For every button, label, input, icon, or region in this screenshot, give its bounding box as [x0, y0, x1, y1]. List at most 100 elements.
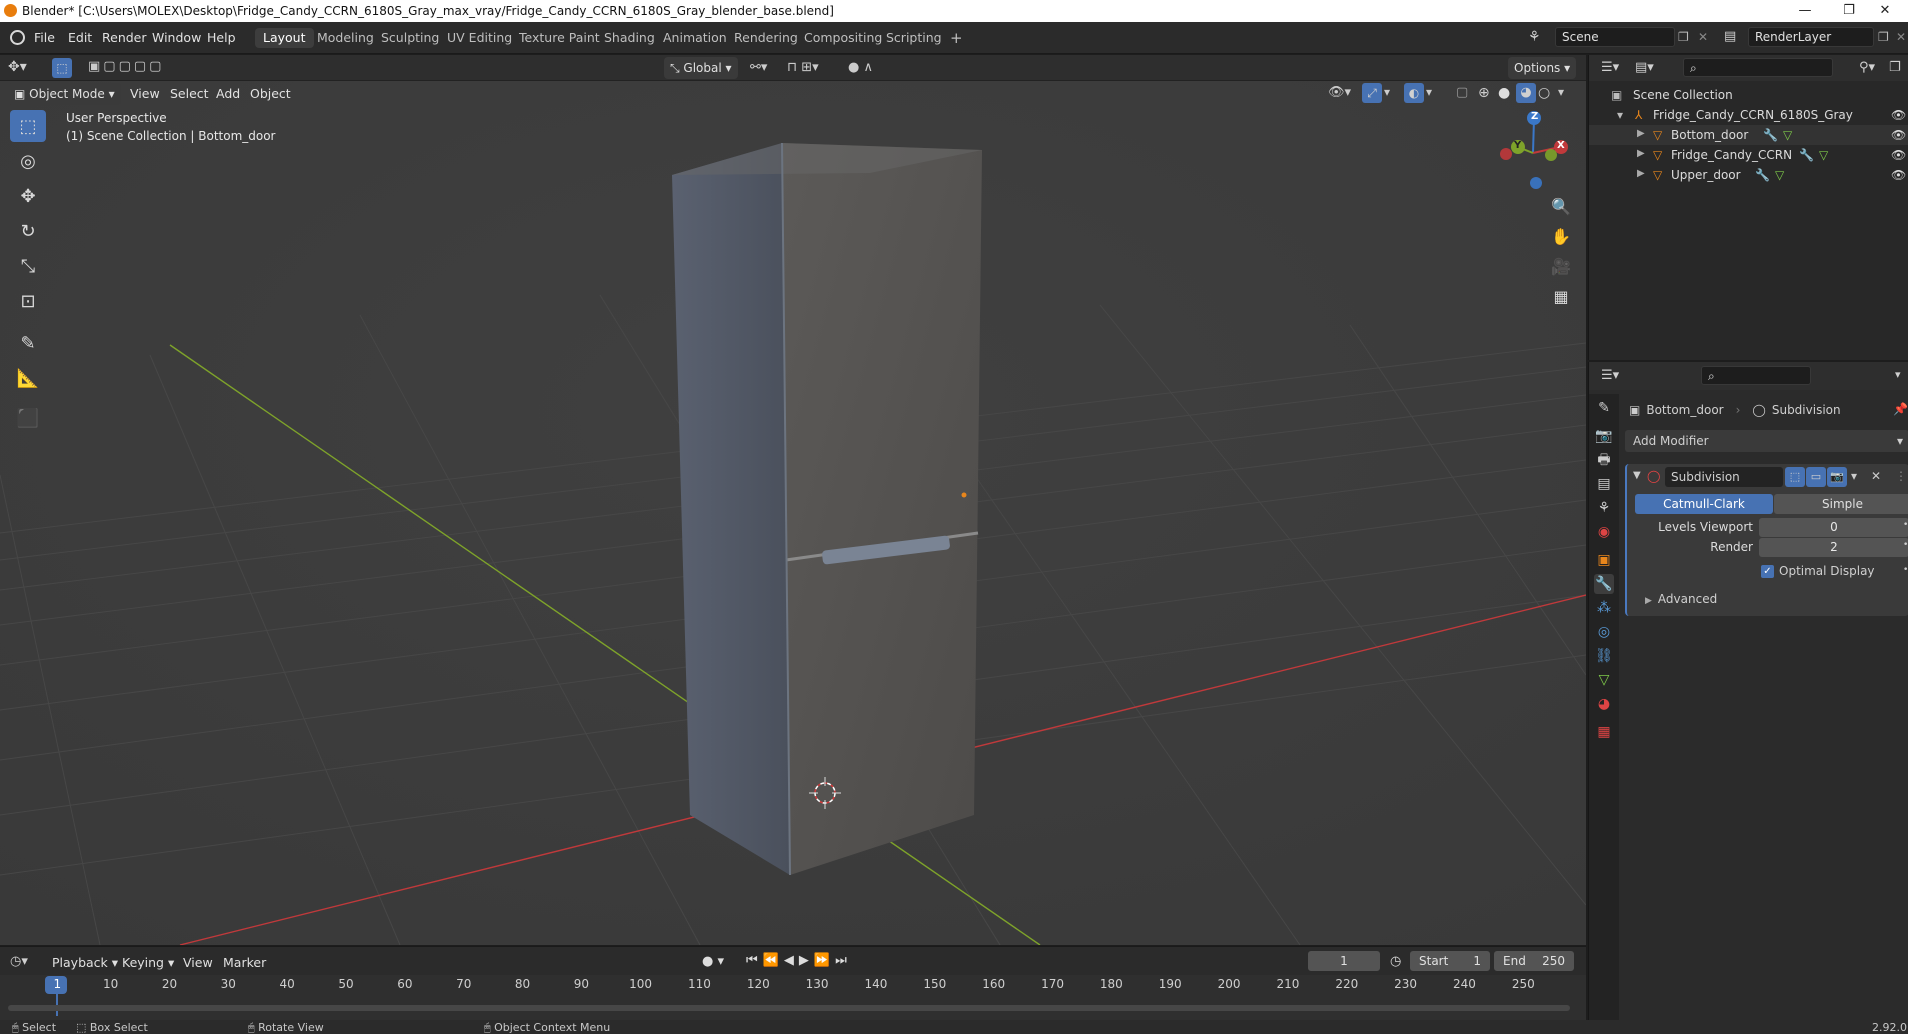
timeline-menu-playback[interactable]: Playback ▾ [52, 955, 118, 970]
gizmo-menu-icon[interactable]: ▾ [1384, 85, 1390, 99]
fridge-model[interactable] [672, 142, 982, 876]
filter-icon[interactable]: ⚲▾ [1859, 60, 1875, 75]
add-modifier-button[interactable]: Add Modifier ▾ [1625, 430, 1908, 452]
overlay-menu-icon[interactable]: ▾ [1426, 85, 1432, 99]
mode-dropdown[interactable]: ▣ Object Mode ▾ [8, 83, 121, 105]
rotate-tool-icon[interactable]: ↻ [10, 215, 46, 247]
render-layer-icon[interactable]: ▤ [1724, 29, 1736, 44]
record-icon[interactable]: ● ▾ [702, 954, 724, 969]
overlay-toggle-icon[interactable]: ◐ [1404, 83, 1424, 103]
mesh-data-icon[interactable]: ▽ [1819, 148, 1828, 162]
zoom-icon[interactable]: 🔍 [1547, 192, 1575, 220]
delete-scene-icon[interactable]: ✕ [1698, 30, 1708, 44]
texture-tab-icon[interactable]: ▦ [1594, 722, 1614, 742]
simple-button[interactable]: Simple [1774, 494, 1908, 514]
pin-icon[interactable]: 📌 [1893, 402, 1908, 416]
world-tab-icon[interactable]: ◉ [1594, 522, 1614, 542]
timeline-editor-type-icon[interactable]: ◷▾ [10, 954, 28, 969]
panel-collapse-icon[interactable]: ▼ [1633, 470, 1641, 481]
output-tab-icon[interactable]: 🖶 [1594, 450, 1614, 470]
mesh-data-icon[interactable]: ▽ [1783, 128, 1792, 142]
disclosure-closed-icon[interactable]: ▶ [1637, 128, 1645, 139]
blender-menu-icon[interactable] [10, 30, 25, 45]
proportional-edit-icon[interactable]: ● ∧ [848, 60, 873, 75]
viewport-menu-object[interactable]: Object [250, 86, 291, 101]
disclosure-closed-icon[interactable]: ▶ [1637, 148, 1645, 159]
view-layer-tab-icon[interactable]: ▤ [1594, 474, 1614, 494]
data-tab-icon[interactable]: ▽ [1594, 670, 1614, 690]
particles-tab-icon[interactable]: ⁂ [1594, 598, 1614, 618]
new-scene-icon[interactable]: ❐ [1678, 30, 1689, 44]
shading-solid-icon[interactable]: ● [1498, 85, 1510, 101]
timeline-menu-marker[interactable]: Marker [223, 955, 266, 970]
properties-search-input[interactable]: ⌕ [1701, 366, 1811, 385]
timeline-menu-view[interactable]: View [183, 955, 213, 970]
add-workspace-button[interactable]: + [942, 28, 971, 48]
pan-hand-icon[interactable]: ✋ [1547, 222, 1575, 250]
render-levels-field[interactable]: 2 [1759, 538, 1908, 557]
modifier-menu-chevron-icon[interactable]: ▾ [1851, 469, 1857, 483]
tab-sculpting[interactable]: Sculpting [373, 28, 447, 48]
animate-dot-icon[interactable]: • [1903, 565, 1908, 575]
tab-rendering[interactable]: Rendering [726, 28, 806, 48]
close-button[interactable]: ✕ [1862, 0, 1908, 22]
ortho-grid-icon[interactable]: ▦ [1547, 282, 1575, 310]
scale-tool-icon[interactable]: ⤡ [10, 250, 46, 282]
tab-shading[interactable]: Shading [596, 28, 663, 48]
animate-dot-icon[interactable]: • [1903, 520, 1908, 530]
gizmo-toggle-icon[interactable]: ⤢ [1362, 83, 1382, 103]
render-layer-field[interactable]: RenderLayer [1748, 27, 1874, 47]
scene-icon[interactable]: ⚘ [1528, 29, 1541, 45]
outliner-object-row[interactable]: ▶ ▽ Upper_door 🔧 ▽ 👁 [1589, 165, 1908, 185]
start-frame-field[interactable]: Start 1 [1410, 951, 1490, 971]
modifier-name-field[interactable]: Subdivision [1665, 467, 1783, 487]
menu-window[interactable]: Window [152, 30, 201, 45]
outliner-collection-row[interactable]: ▾ ⅄ Fridge_Candy_CCRN_6180S_Gray 👁 [1589, 105, 1908, 125]
advanced-subpanel[interactable]: ▶ Advanced [1645, 592, 1717, 606]
tab-texture-paint[interactable]: Texture Paint [511, 28, 608, 48]
current-frame-field[interactable]: 1 [1308, 951, 1380, 971]
cursor-tool-icon[interactable]: ◎ [10, 145, 46, 177]
tab-modeling[interactable]: Modeling [309, 28, 382, 48]
object-tab-icon[interactable]: ▣ [1594, 550, 1614, 570]
viewport-menu-view[interactable]: View [130, 86, 160, 101]
render-tab-icon[interactable]: 📷 [1594, 426, 1614, 446]
edit-mode-toggle-icon[interactable]: ⬚ [1785, 467, 1805, 487]
modifier-wrench-icon[interactable]: 🔧 [1799, 148, 1814, 162]
annotate-tool-icon[interactable]: ✎ [10, 327, 46, 359]
optimal-display-checkbox[interactable]: ✓ [1761, 565, 1774, 578]
tab-layout[interactable]: Layout [255, 28, 314, 48]
camera-view-icon[interactable]: 🎥 [1547, 252, 1575, 280]
object-visibility-icon[interactable]: 👁 [1891, 168, 1906, 182]
menu-render[interactable]: Render [102, 30, 147, 45]
outliner-editor-type-icon[interactable]: ☰▾ [1601, 60, 1619, 75]
menu-file[interactable]: File [34, 30, 55, 45]
outliner-search-input[interactable]: ⌕ [1683, 58, 1833, 77]
levels-viewport-field[interactable]: 0 [1759, 518, 1908, 537]
viewport-menu-add[interactable]: Add [216, 86, 240, 101]
physics-tab-icon[interactable]: ◎ [1594, 622, 1614, 642]
pivot-icon[interactable]: ⚯▾ [750, 60, 767, 75]
tab-compositing[interactable]: Compositing [796, 28, 890, 48]
tool-tab-icon[interactable]: ✎ [1594, 398, 1614, 418]
properties-editor-type-icon[interactable]: ☰▾ [1601, 368, 1619, 383]
use-preview-range-icon[interactable]: ◷ [1390, 954, 1401, 969]
outliner-scene-collection[interactable]: ▣ Scene Collection [1589, 85, 1908, 105]
scene-name-field[interactable]: Scene [1555, 27, 1675, 47]
viewport-menu-select[interactable]: Select [170, 86, 209, 101]
shading-material-icon[interactable]: ◕ [1516, 83, 1536, 103]
add-cube-tool-icon[interactable]: ⬛ [10, 402, 46, 434]
drag-handle-icon[interactable]: ⋮⋮ [1895, 469, 1908, 483]
selection-mode-icons[interactable]: ▣▢▢▢▢ [88, 59, 164, 74]
tab-scripting[interactable]: Scripting [878, 28, 950, 48]
menu-edit[interactable]: Edit [68, 30, 92, 45]
remove-modifier-icon[interactable]: ✕ [1871, 469, 1881, 483]
display-mode-icon[interactable]: ▤▾ [1635, 60, 1654, 75]
transform-tool-icon[interactable]: ⊡ [10, 285, 46, 317]
measure-tool-icon[interactable]: 📐 [10, 362, 46, 394]
timeline-menu-keying[interactable]: Keying ▾ [122, 955, 174, 970]
properties-options-icon[interactable]: ▾ [1895, 368, 1901, 381]
end-frame-field[interactable]: End 250 [1494, 951, 1574, 971]
delete-render-layer-icon[interactable]: ✕ [1896, 30, 1906, 44]
move-tool-icon[interactable]: ✥ [10, 180, 46, 212]
